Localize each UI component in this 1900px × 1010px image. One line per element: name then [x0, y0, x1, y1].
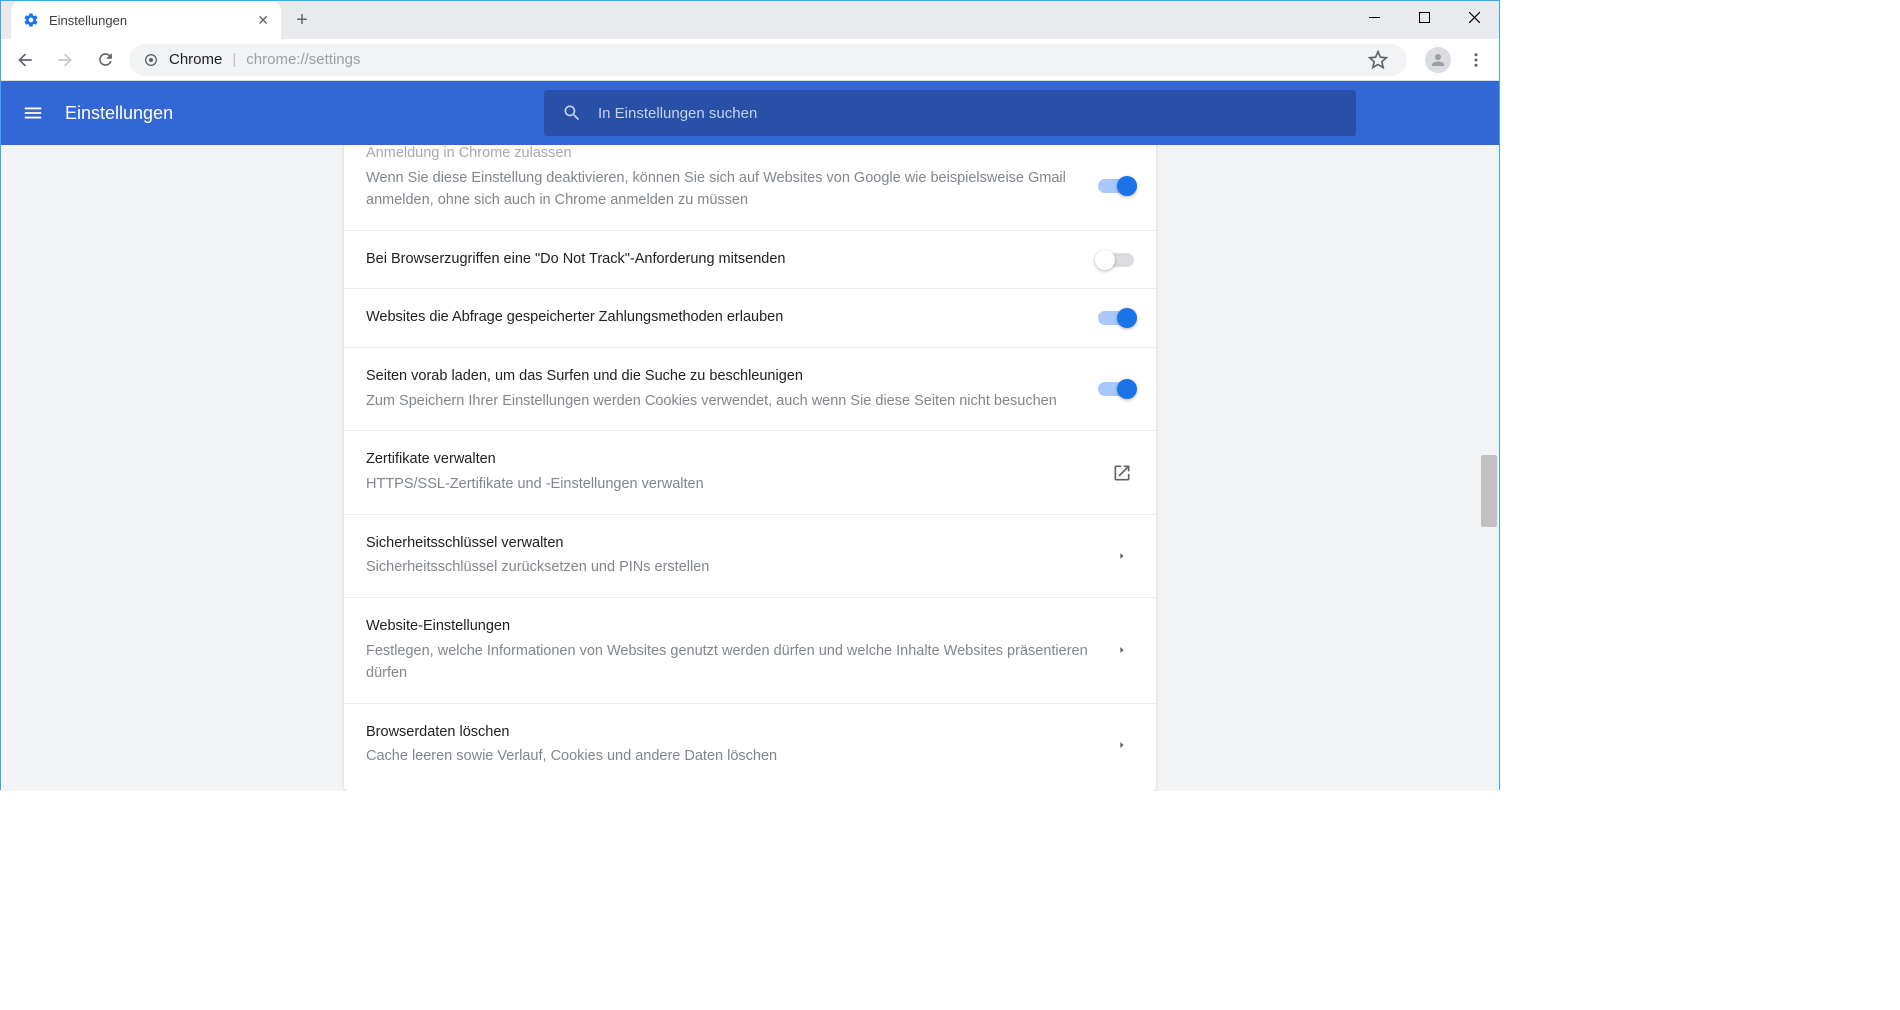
profile-avatar[interactable] [1425, 47, 1451, 73]
settings-search-input[interactable] [598, 105, 1338, 122]
chevron-right-icon [1110, 645, 1134, 655]
row-site-settings[interactable]: Website-Einstellungen Festlegen, welche … [344, 598, 1156, 704]
url-display: Chrome | chrome://settings [169, 51, 360, 68]
row-subtitle: Wenn Sie diese Einstellung deaktivieren,… [366, 167, 1078, 212]
row-title: Zertifikate verwalten [366, 449, 1090, 471]
row-title: Browserdaten löschen [366, 722, 1090, 744]
settings-content: Anmeldung in Chrome zulassen Wenn Sie di… [1, 145, 1499, 791]
window-close-button[interactable] [1449, 1, 1499, 33]
row-title: Websites die Abfrage gespeicherter Zahlu… [366, 307, 1078, 329]
forward-button[interactable] [49, 44, 81, 76]
toggle-preload-pages[interactable] [1098, 382, 1134, 396]
row-title: Website-Einstellungen [366, 616, 1090, 638]
row-title: Seiten vorab laden, um das Surfen und di… [366, 366, 1078, 388]
toggle-do-not-track[interactable] [1098, 253, 1134, 267]
app-header: Einstellungen [1, 81, 1499, 145]
reload-button[interactable] [89, 44, 121, 76]
tab-title: Einstellungen [49, 13, 247, 28]
settings-search[interactable] [544, 90, 1356, 136]
chevron-right-icon [1110, 551, 1134, 561]
gear-icon [23, 12, 39, 28]
chevron-right-icon [1110, 740, 1134, 750]
browser-tab[interactable]: Einstellungen ✕ [11, 1, 281, 39]
back-button[interactable] [9, 44, 41, 76]
row-subtitle: HTTPS/SSL-Zertifikate und -Einstellungen… [366, 473, 1090, 495]
row-title: Bei Browserzugriffen eine "Do Not Track"… [366, 249, 1078, 271]
external-link-icon [1110, 463, 1134, 483]
row-title: Sicherheitsschlüssel verwalten [366, 533, 1090, 555]
window-minimize-button[interactable] [1349, 1, 1399, 33]
menu-kebab-icon[interactable] [1461, 45, 1491, 75]
bookmark-star-icon[interactable] [1363, 45, 1393, 75]
toggle-allow-chrome-signin[interactable] [1098, 179, 1134, 193]
close-icon[interactable]: ✕ [257, 12, 269, 29]
window-titlebar: Einstellungen ✕ + [1, 1, 1499, 39]
scrollbar-thumb[interactable] [1481, 455, 1497, 527]
menu-hamburger-icon[interactable] [21, 101, 45, 125]
site-info-icon[interactable] [143, 52, 159, 68]
row-subtitle: Cache leeren sowie Verlauf, Cookies und … [366, 745, 1090, 767]
toolbar: Chrome | chrome://settings [1, 39, 1499, 81]
address-bar[interactable]: Chrome | chrome://settings [129, 44, 1407, 76]
row-subtitle: Festlegen, welche Informationen von Webs… [366, 640, 1090, 685]
row-do-not-track: Bei Browserzugriffen eine "Do Not Track"… [344, 231, 1156, 290]
new-tab-button[interactable]: + [287, 5, 317, 35]
row-allow-chrome-signin: Anmeldung in Chrome zulassen Wenn Sie di… [344, 145, 1156, 231]
page-title: Einstellungen [65, 103, 173, 124]
row-payment-methods: Websites die Abfrage gespeicherter Zahlu… [344, 289, 1156, 348]
row-title: Anmeldung in Chrome zulassen [366, 145, 1078, 165]
row-security-keys[interactable]: Sicherheitsschlüssel verwalten Sicherhei… [344, 515, 1156, 598]
row-preload-pages: Seiten vorab laden, um das Surfen und di… [344, 348, 1156, 431]
toggle-payment-methods[interactable] [1098, 311, 1134, 325]
window-maximize-button[interactable] [1399, 1, 1449, 33]
row-subtitle: Sicherheitsschlüssel zurücksetzen und PI… [366, 556, 1090, 578]
settings-card: Anmeldung in Chrome zulassen Wenn Sie di… [344, 145, 1156, 791]
row-subtitle: Zum Speichern Ihrer Einstellungen werden… [366, 390, 1078, 412]
row-clear-browsing-data[interactable]: Browserdaten löschen Cache leeren sowie … [344, 704, 1156, 786]
row-manage-certificates[interactable]: Zertifikate verwalten HTTPS/SSL-Zertifik… [344, 431, 1156, 514]
search-icon [562, 103, 582, 123]
